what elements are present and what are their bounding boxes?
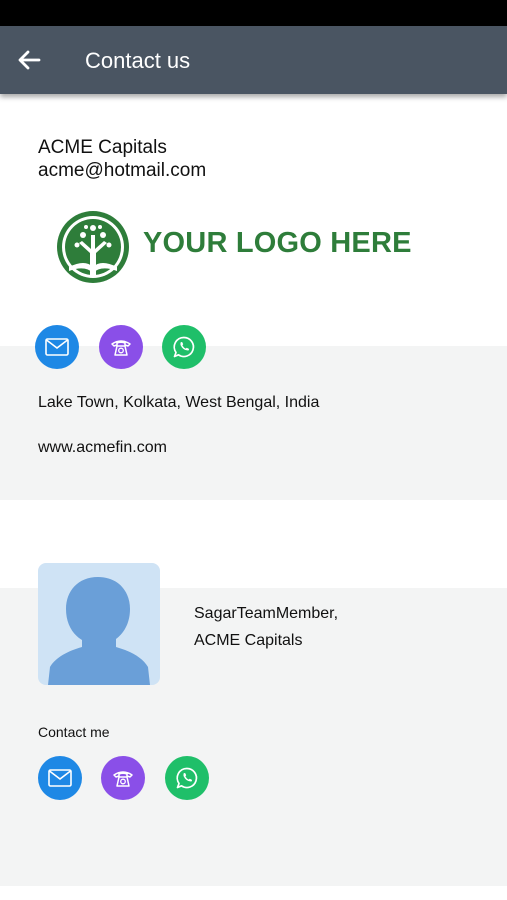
whatsapp-icon [176, 767, 198, 789]
company-call-button[interactable] [99, 325, 143, 369]
company-address: Lake Town, Kolkata, West Bengal, India [38, 394, 320, 411]
telephone-icon [111, 340, 131, 356]
member-company: ACME Capitals [194, 632, 303, 649]
company-email-button[interactable] [35, 325, 79, 369]
app-bar: Contact us [0, 26, 507, 94]
member-email-button[interactable] [38, 756, 82, 800]
member-whatsapp-button[interactable] [165, 756, 209, 800]
company-info-panel [0, 346, 507, 500]
telephone-icon [113, 771, 133, 787]
company-whatsapp-button[interactable] [162, 325, 206, 369]
mail-icon [48, 769, 72, 787]
back-button[interactable] [12, 43, 46, 77]
company-name: ACME Capitals [38, 137, 167, 158]
person-silhouette-icon [48, 577, 150, 685]
member-call-button[interactable] [101, 756, 145, 800]
contact-me-label: Contact me [38, 724, 110, 740]
tree-logo-icon [57, 211, 129, 283]
arrow-left-icon [18, 50, 41, 70]
company-email: acme@hotmail.com [38, 160, 207, 181]
status-bar [0, 0, 507, 26]
company-logo: YOUR LOGO HERE [55, 209, 415, 285]
avatar [38, 563, 160, 685]
mail-icon [45, 338, 69, 356]
member-name: SagarTeamMember, [194, 605, 339, 622]
company-website-link[interactable]: www.acmefin.com [38, 439, 167, 457]
page-title: Contact us [85, 48, 191, 73]
whatsapp-icon [173, 336, 195, 358]
logo-text: YOUR LOGO HERE [143, 227, 412, 259]
